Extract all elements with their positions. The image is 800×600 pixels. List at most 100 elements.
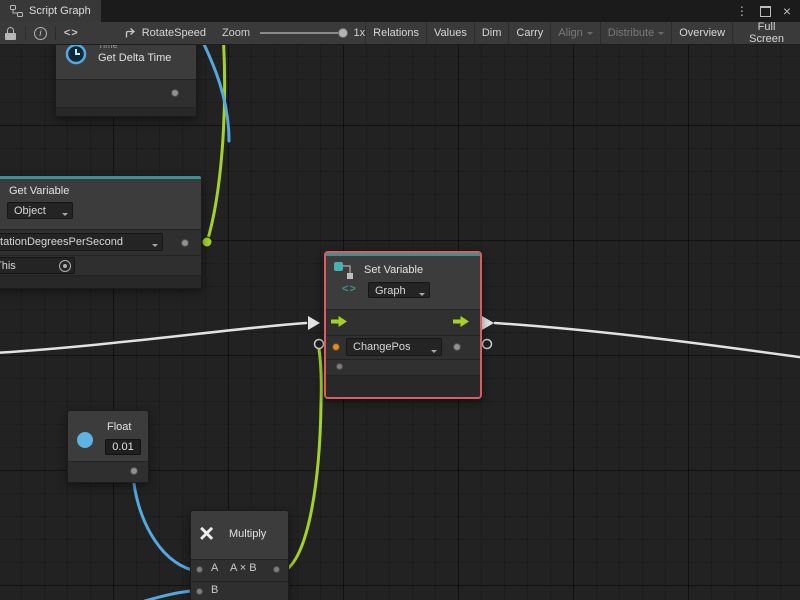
node-title: Get Variable xyxy=(9,185,69,197)
button-label: Values xyxy=(434,27,467,39)
graph-reference[interactable]: RotateSpeed xyxy=(125,27,206,39)
button-label: Full Screen xyxy=(740,21,793,45)
carry-button[interactable]: Carry xyxy=(508,22,550,44)
graph-canvas[interactable]: Time Get Delta Time Get Variable Object … xyxy=(0,44,800,600)
toolbar-buttons: Relations Values Dim Carry Align Distrib… xyxy=(365,22,800,44)
dropdown-value: ChangePos xyxy=(353,340,411,355)
graph-toolbar: i <> RotateSpeed Zoom 1x Relations Value… xyxy=(0,22,800,45)
caret-down-icon xyxy=(419,293,425,298)
node-title: Float xyxy=(107,421,131,433)
variable-scope-dropdown[interactable]: Graph xyxy=(368,282,430,298)
node-title: Multiply xyxy=(229,528,266,540)
variable-value-input-port[interactable] xyxy=(332,343,340,351)
caret-down-icon xyxy=(62,213,68,219)
zoom-track xyxy=(260,32,345,34)
overview-button[interactable]: Overview xyxy=(671,22,732,44)
tab-strip: Script Graph ⋮ × xyxy=(0,0,800,22)
node-port-row xyxy=(326,359,480,375)
fullscreen-button[interactable]: Full Screen xyxy=(732,22,800,44)
input-a-label: A xyxy=(211,562,218,574)
extra-port[interactable] xyxy=(336,363,343,370)
float-icon xyxy=(77,432,93,448)
getvariable-output-port[interactable] xyxy=(202,237,212,247)
variable-output-port[interactable] xyxy=(453,343,461,351)
deltatime-output-port[interactable] xyxy=(171,89,179,97)
button-label: Carry xyxy=(516,27,543,39)
relations-button[interactable]: Relations xyxy=(365,22,426,44)
flow-in-arrow-icon[interactable] xyxy=(331,316,347,327)
node-multiply[interactable]: × Multiply A A × B B xyxy=(190,510,289,600)
variable-scope-dropdown[interactable]: Object xyxy=(7,202,73,219)
node-port-row xyxy=(191,581,288,600)
multiply-input-b-port[interactable] xyxy=(196,588,203,595)
dim-button[interactable]: Dim xyxy=(474,22,509,44)
tab-script-graph[interactable]: Script Graph xyxy=(0,0,101,22)
button-label: Dim xyxy=(482,27,502,39)
toolbar-separator xyxy=(55,26,56,40)
graph-kind-icon: <> xyxy=(342,283,357,295)
target-label: This xyxy=(0,259,16,274)
menu-icon[interactable]: ⋮ xyxy=(736,0,748,22)
button-label: Relations xyxy=(373,27,419,39)
output-label: A × B xyxy=(230,562,257,574)
zoom-value: 1x xyxy=(354,27,366,39)
caret-down-icon xyxy=(587,32,593,38)
node-footer xyxy=(326,375,480,397)
wire-control-in[interactable] xyxy=(0,323,306,353)
button-label: Align xyxy=(558,27,582,39)
multiply-icon: × xyxy=(199,520,214,546)
wire-float-to-multiply[interactable] xyxy=(133,474,192,570)
variable-name-dropdown[interactable]: ChangePos xyxy=(346,338,442,356)
clock-icon xyxy=(64,44,88,66)
node-get-variable[interactable]: Get Variable Object RotationDegreesPerSe… xyxy=(0,175,202,289)
window-controls: ⋮ × xyxy=(736,0,800,22)
float-value: 0.01 xyxy=(112,441,133,453)
target-object-field[interactable]: This xyxy=(0,257,75,274)
variable-name-dropdown[interactable]: RotationDegreesPerSecond xyxy=(0,233,163,251)
setvariable-left-value-port[interactable] xyxy=(315,340,324,349)
node-set-variable[interactable]: Set Variable <> Graph ChangePos xyxy=(324,251,482,399)
node-footer xyxy=(0,275,201,288)
info-icon[interactable]: i xyxy=(34,27,47,40)
node-float[interactable]: Float 0.01 xyxy=(67,410,149,483)
dropdown-value: Object xyxy=(14,204,46,219)
wire-bottom-to-multiply-b[interactable] xyxy=(145,591,192,600)
code-icon[interactable]: <> xyxy=(64,27,79,39)
align-button[interactable]: Align xyxy=(550,22,599,44)
flow-out-arrow-icon[interactable] xyxy=(453,316,469,327)
setvariable-right-value-port[interactable] xyxy=(483,340,492,349)
maximize-icon[interactable] xyxy=(760,6,771,17)
zoom-knob[interactable] xyxy=(338,28,348,38)
node-footer xyxy=(56,107,196,116)
caret-down-icon xyxy=(658,32,664,38)
lock-body xyxy=(5,33,16,40)
jump-arrow-icon xyxy=(125,27,137,39)
multiply-output-port[interactable] xyxy=(273,566,280,573)
script-graph-icon xyxy=(10,5,23,17)
float-output-port[interactable] xyxy=(130,467,138,475)
close-icon[interactable]: × xyxy=(783,0,791,22)
dropdown-value: Graph xyxy=(375,284,406,298)
zoom-slider[interactable] xyxy=(260,27,345,39)
toolbar-separator xyxy=(25,26,26,40)
values-button[interactable]: Values xyxy=(426,22,474,44)
unity-graph-window: Script Graph ⋮ × i <> RotateSpeed Zoom 1… xyxy=(0,0,800,600)
wire-control-out[interactable] xyxy=(495,323,800,358)
object-picker-icon[interactable] xyxy=(59,260,71,272)
graph-name-label: RotateSpeed xyxy=(142,27,206,39)
tab-title: Script Graph xyxy=(29,5,91,17)
button-label: Overview xyxy=(679,27,725,39)
float-value-input[interactable]: 0.01 xyxy=(105,439,141,455)
caret-down-icon xyxy=(431,350,437,356)
button-label: Distribute xyxy=(608,27,654,39)
flow-input-arrow-port[interactable] xyxy=(308,316,320,330)
lock-icon[interactable] xyxy=(5,27,17,40)
distribute-button[interactable]: Distribute xyxy=(600,22,671,44)
flow-output-arrow-port[interactable] xyxy=(482,316,494,330)
node-get-delta-time[interactable]: Time Get Delta Time xyxy=(55,44,197,117)
variable-name-port[interactable] xyxy=(181,239,189,247)
input-b-label: B xyxy=(211,584,218,596)
zoom-label: Zoom xyxy=(222,27,250,39)
caret-down-icon xyxy=(152,244,158,250)
multiply-input-a-port[interactable] xyxy=(196,566,203,573)
